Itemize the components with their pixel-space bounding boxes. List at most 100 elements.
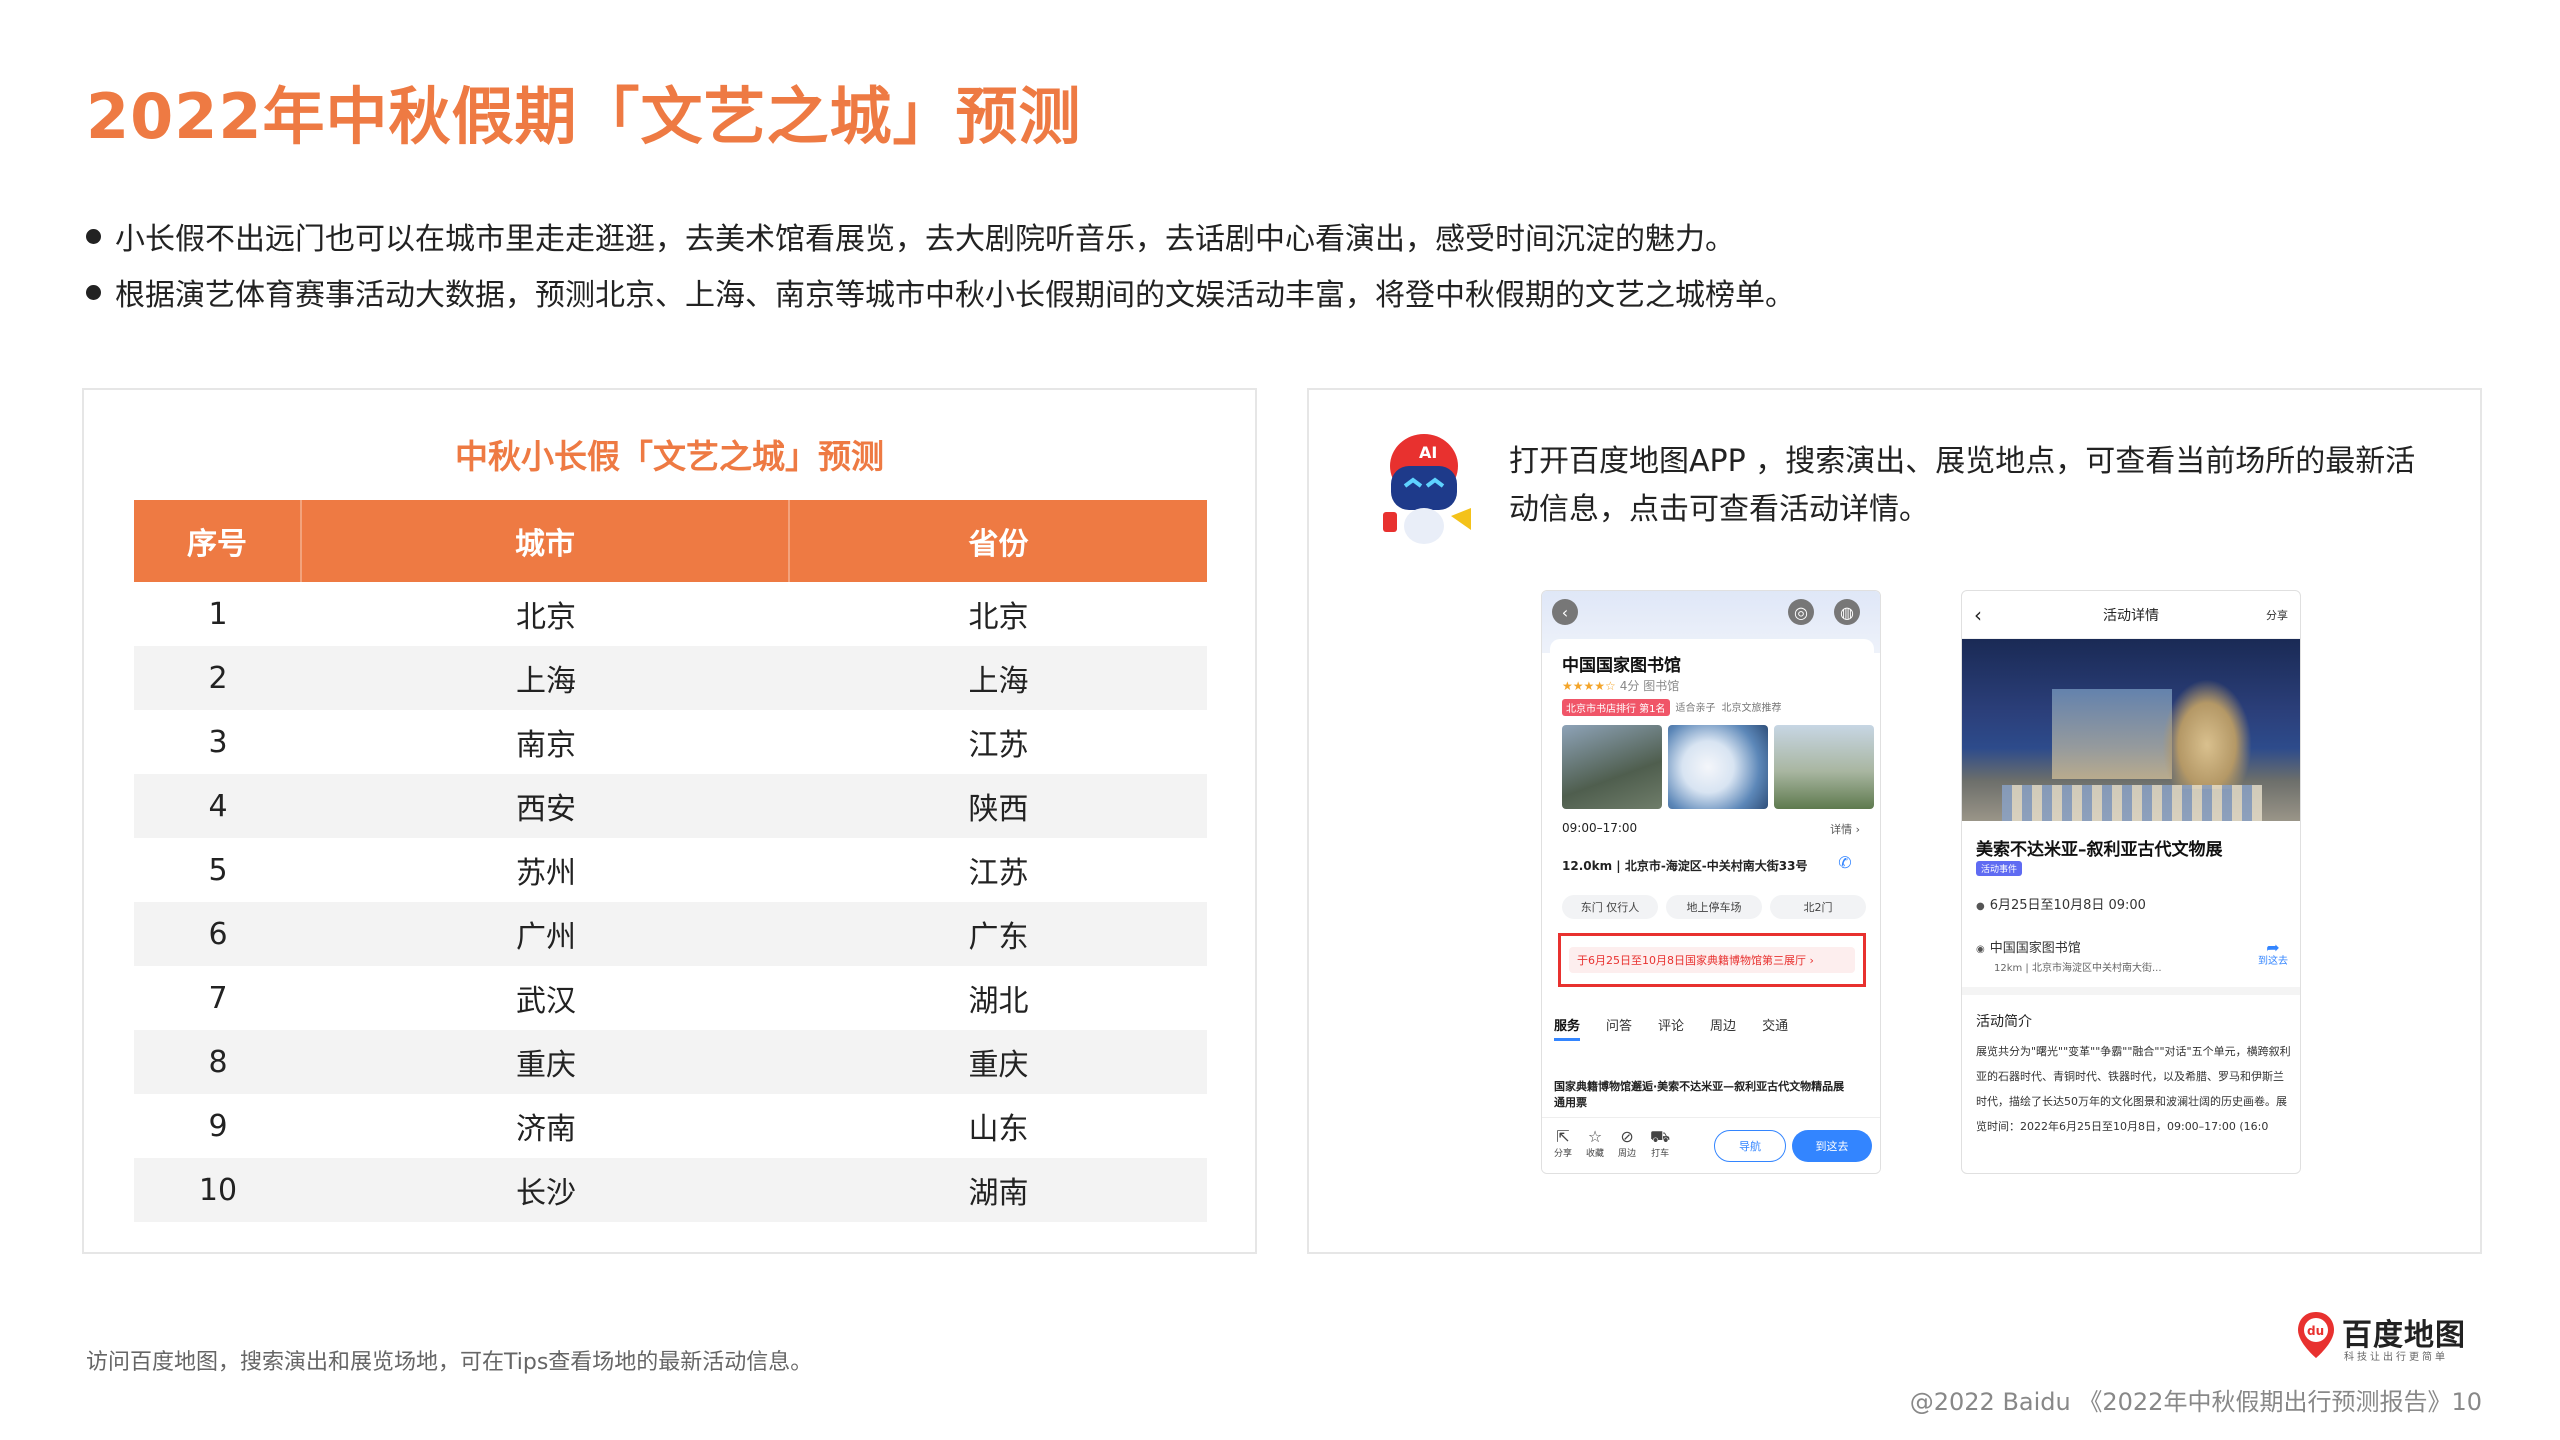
city-cell: 长沙: [516, 1176, 576, 1211]
rank-cell: 4: [208, 788, 228, 824]
place-rating: ★★★★☆ 4分 图书馆: [1562, 677, 1679, 694]
table-row: 1 北京 北京: [134, 582, 1207, 646]
copyright: @2022 Baidu 《2022年中秋假期出行预测报告》10: [1909, 1388, 2482, 1416]
header-city: 城市: [302, 500, 790, 582]
page-title: 2022年中秋假期「文艺之城」预测: [86, 80, 1082, 153]
camera-icon[interactable]: ◍: [1834, 599, 1860, 625]
activity-tip[interactable]: 于6月25日至10月8日国家典籍博物馆第三展厅 ›: [1569, 947, 1855, 973]
tab-reviews[interactable]: 评论: [1658, 1015, 1684, 1041]
rating-text: 4分 图书馆: [1619, 679, 1680, 693]
place-tags: 北京市书店排行 第1名 适合亲子 北京文旅推荐: [1562, 699, 1782, 716]
table-row: 8 重庆 重庆: [134, 1030, 1207, 1094]
app-intro-text: 打开百度地图APP ，搜索演出、展览地点，可查看当前场所的最新活动信息，点击可查…: [1509, 444, 2416, 527]
go-here-button[interactable]: 到这去: [1792, 1130, 1872, 1162]
city-cell: 上海: [516, 664, 576, 699]
bullet-dot-icon: [86, 228, 101, 244]
share-button[interactable]: 分享: [2266, 607, 2288, 623]
baidu-map-logo: du 百度地图 科技让出行更简单: [2296, 1310, 2490, 1363]
bullet-item: 小长假不出远门也可以在城市里走走逛逛，去美术馆看展览，去大剧院听音乐，去话剧中心…: [86, 208, 2466, 264]
province-cell: 山东: [968, 1112, 1029, 1147]
phone-call-icon[interactable]: ✆: [1834, 851, 1856, 873]
city-cell: 广州: [516, 920, 576, 955]
tag-family: 适合亲子: [1675, 703, 1716, 714]
activity-tip-highlight[interactable]: 于6月25日至10月8日国家典籍博物馆第三展厅 ›: [1558, 933, 1866, 987]
share-button[interactable]: ⇱ 分享: [1554, 1128, 1572, 1160]
entrance-chip[interactable]: 东门 仅行人: [1562, 895, 1658, 919]
exhibit-floor-image: [2002, 785, 2262, 821]
table-header: 序号 城市 省份: [134, 500, 1207, 582]
bullet-dot-icon: [86, 284, 101, 300]
province-cell: 北京: [968, 600, 1029, 635]
city-cell: 济南: [516, 1112, 576, 1147]
exhibit-statue-image: [2162, 679, 2252, 789]
intro-text: 展览共分为"曙光""变革""争霸""融合""对话"五个单元，横跨叙利亚的石器时代…: [1976, 1045, 2291, 1133]
nearby-button[interactable]: ⊘ 周边: [1618, 1127, 1636, 1160]
event-header: ‹ 活动详情 分享: [1962, 591, 2300, 639]
place-photos[interactable]: [1562, 725, 1874, 809]
place-photo[interactable]: [1562, 725, 1662, 809]
event-place[interactable]: 中国国家图书馆: [1976, 937, 2081, 956]
bullet-item: 根据演艺体育赛事活动大数据，预测北京、上海、南京等城市中秋小长假期间的文娱活动丰…: [86, 264, 2466, 320]
go-here-button[interactable]: ➦ 到这去: [2258, 938, 2288, 969]
favorite-button[interactable]: ☆ 收藏: [1586, 1127, 1604, 1160]
tag-recommend: 北京文旅推荐: [1721, 703, 1782, 714]
rank-cell: 5: [208, 852, 228, 888]
car-icon: ⛟: [1650, 1127, 1671, 1146]
phone-screenshot-place: ‹ ◎ ◍ 中国国家图书馆 ★★★★☆ 4分 图书馆 北京市书店排行 第1名 适合…: [1541, 590, 1881, 1174]
ranking-table-title: 中秋小长假「文艺之城」预测: [455, 437, 884, 476]
app-guide-panel: AI 打开百度地图APP ，搜索演出、展览地点，可查看当前场所的最新活动信息，点…: [1307, 388, 2482, 1254]
header-rank: 序号: [134, 500, 302, 582]
back-icon[interactable]: ‹: [1552, 599, 1578, 625]
rank-tag[interactable]: 北京市书店排行 第1名: [1562, 699, 1670, 716]
event-badge: 活动事件: [1976, 861, 2023, 876]
tab-traffic[interactable]: 交通: [1762, 1015, 1788, 1041]
table-row: 2 上海 上海: [134, 646, 1207, 710]
taxi-button[interactable]: ⛟ 打车: [1650, 1127, 1671, 1160]
compass-icon: ⊘: [1620, 1127, 1634, 1146]
rank-cell: 2: [208, 660, 228, 696]
province-cell: 江苏: [968, 728, 1029, 763]
exhibit-photo[interactable]: [1962, 639, 2300, 821]
tab-service[interactable]: 服务: [1554, 1015, 1581, 1041]
location-icon[interactable]: ◎: [1788, 599, 1814, 625]
place-address: 12.0km | 北京市-海淀区-中关村南大街33号: [1562, 859, 1808, 873]
city-cell: 北京: [516, 600, 576, 635]
intro-heading: 活动简介: [1976, 1014, 2032, 1030]
table-row: 9 济南 山东: [134, 1094, 1207, 1158]
star-icon: ☆: [1587, 1127, 1603, 1146]
bullet-list: 小长假不出远门也可以在城市里走走逛逛，去美术馆看展览，去大剧院听音乐，去话剧中心…: [86, 208, 2466, 320]
entrance-chip[interactable]: 北2门: [1770, 895, 1866, 919]
province-cell: 广东: [968, 920, 1029, 955]
bottom-icons: ⇱ 分享 ☆ 收藏 ⊘ 周边 ⛟ 打车: [1554, 1127, 1671, 1160]
phone-screenshot-event: ‹ 活动详情 分享 美索不达米亚–叙利亚古代文物展 活动事件 6月25日至10月…: [1961, 590, 2301, 1174]
place-card: 中国国家图书馆 ★★★★☆ 4分 图书馆 北京市书店排行 第1名 适合亲子 北京文…: [1550, 639, 1874, 1044]
table-row: 7 武汉 湖北: [134, 966, 1207, 1030]
table-row: 10 长沙 湖南: [134, 1158, 1207, 1222]
place-photo[interactable]: [1668, 725, 1768, 809]
rank-cell: 7: [208, 980, 228, 1016]
ai-mascot-icon: AI: [1383, 434, 1471, 544]
footnote: 访问百度地图，搜索演出和展览场地，可在Tips查看场地的最新活动信息。: [86, 1350, 813, 1375]
ranking-table: 序号 城市 省份 1 北京 北京 2 上海 上海 3 南京 江苏 4 西安 陕西 5 苏州 江苏 6 广州 广东 7…: [134, 500, 1207, 1222]
province-cell: 上海: [968, 664, 1029, 699]
table-body: 1 北京 北京 2 上海 上海 3 南京 江苏 4 西安 陕西 5 苏州 江苏 6 广州 广东 7 武汉 湖北 8 重庆 重庆…: [134, 582, 1207, 1222]
place-name: 中国国家图书馆: [1562, 656, 1681, 676]
province-cell: 湖北: [968, 984, 1029, 1019]
event-distance: 12km | 北京市海淀区中关村南大街...: [1994, 963, 2162, 974]
tab-qa[interactable]: 问答: [1606, 1015, 1632, 1041]
event-date: 6月25日至10月8日 09:00: [1976, 894, 2146, 913]
bottom-action-bar: ⇱ 分享 ☆ 收藏 ⊘ 周边 ⛟ 打车 导航 到这去: [1542, 1117, 1880, 1173]
table-row: 6 广州 广东: [134, 902, 1207, 966]
header-province: 省份: [968, 527, 1029, 562]
opening-hours: 09:00–17:00: [1562, 821, 1638, 835]
navigation-arrow-icon: ➦: [2266, 938, 2280, 957]
detail-link[interactable]: 详情 ›: [1830, 821, 1860, 837]
city-cell: 苏州: [516, 856, 576, 891]
event-header-title: 活动详情: [2103, 608, 2159, 624]
table-row: 5 苏州 江苏: [134, 838, 1207, 902]
navigate-button[interactable]: 导航: [1714, 1130, 1786, 1162]
place-photo[interactable]: [1774, 725, 1874, 809]
ticket-item[interactable]: 国家典籍博物馆邂逅·美索不达米亚—叙利亚古代文物精品展通用票: [1554, 1079, 1854, 1111]
entrance-chip[interactable]: 地上停车场: [1666, 895, 1762, 919]
tab-nearby[interactable]: 周边: [1710, 1015, 1736, 1041]
